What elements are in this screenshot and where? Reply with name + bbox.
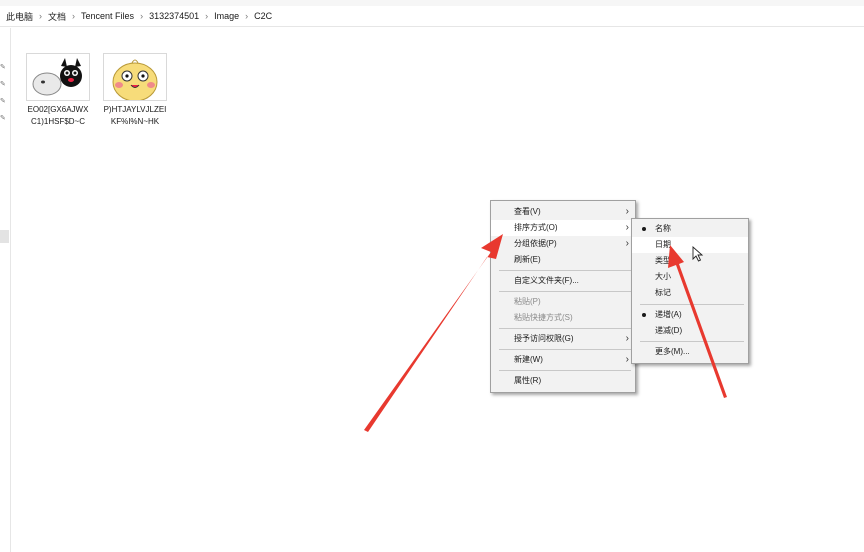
annotation-arrow bbox=[668, 245, 727, 398]
annotation-arrows bbox=[364, 234, 727, 432]
annotation-arrow bbox=[364, 234, 503, 432]
